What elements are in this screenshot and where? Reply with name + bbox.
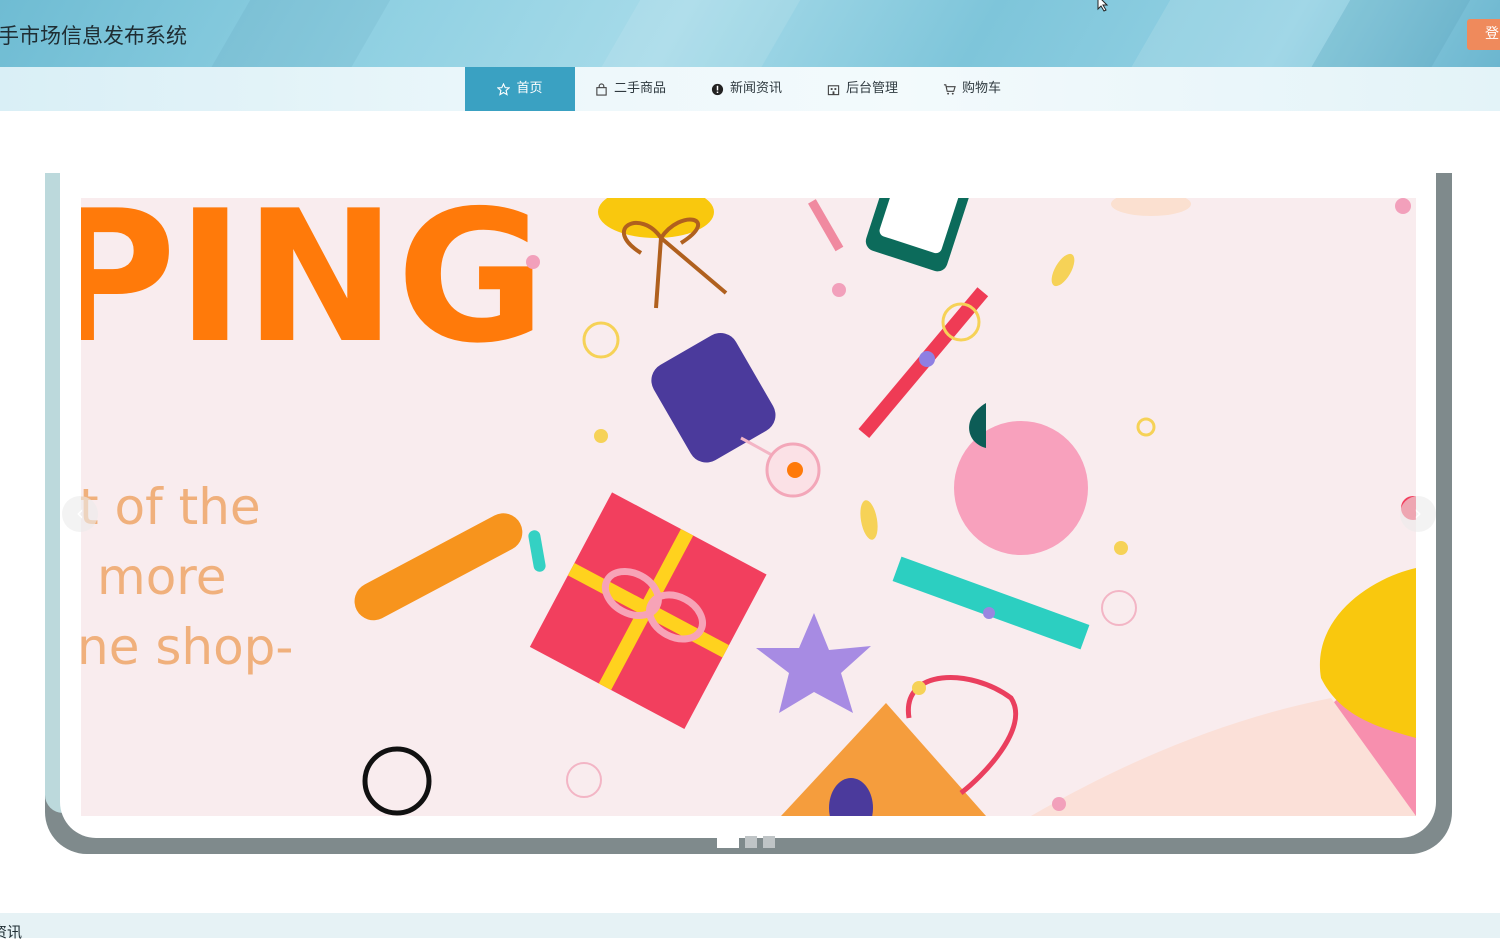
- login-button[interactable]: 登: [1467, 19, 1500, 50]
- carousel-next-button[interactable]: ›: [1400, 496, 1436, 532]
- nav-item-home[interactable]: 首页: [465, 67, 575, 111]
- carousel-prev-button[interactable]: ‹: [62, 496, 98, 532]
- nav-item-label: 购物车: [962, 81, 1002, 96]
- bag-icon: [596, 82, 607, 96]
- site-header: 手市场信息发布系统 登: [0, 0, 1500, 67]
- nav-item-goods[interactable]: 二手商品: [595, 67, 666, 111]
- banner-slide[interactable]: PING t of the more ne shop-: [81, 198, 1416, 816]
- carousel-indicators: [717, 836, 775, 848]
- cart-icon: [943, 83, 956, 95]
- nav-item-label: 新闻资讯: [730, 81, 783, 96]
- banner-copy-line-3: ne shop-: [81, 618, 293, 676]
- header-decoration: [198, 0, 402, 67]
- shopping-illustration: PING t of the more ne shop-: [81, 198, 1416, 816]
- site-title: 手市场信息发布系统: [0, 24, 187, 48]
- info-icon: [711, 83, 724, 95]
- section-title: 资讯: [0, 923, 23, 941]
- nav-item-label: 后台管理: [846, 81, 899, 96]
- carousel-dot[interactable]: [763, 836, 775, 848]
- nav-item-news[interactable]: 新闻资讯: [711, 67, 782, 111]
- carousel-dot[interactable]: [745, 836, 757, 848]
- nav-item-label: 二手商品: [614, 81, 667, 96]
- chevron-right-icon: ›: [1414, 501, 1422, 525]
- star-icon: [497, 82, 511, 96]
- mouse-cursor-icon: [1097, 0, 1109, 12]
- news-section-header: 资讯: [0, 913, 1500, 941]
- nav-item-cart[interactable]: 购物车: [943, 67, 1001, 111]
- carousel-dot[interactable]: [717, 836, 739, 848]
- chevron-left-icon: ‹: [76, 501, 84, 525]
- main-nav: 首页 二手商品 新闻资讯 后台管理 购物车: [0, 67, 1500, 111]
- header-decoration: [588, 0, 812, 67]
- banner-headline: PING: [81, 198, 546, 383]
- banner-copy-line-2: more: [97, 548, 227, 606]
- nav-item-admin[interactable]: 后台管理: [827, 67, 898, 111]
- banner-copy-line-1: t of the: [81, 478, 261, 536]
- building-icon: [827, 84, 840, 95]
- nav-item-label: 首页: [516, 81, 543, 96]
